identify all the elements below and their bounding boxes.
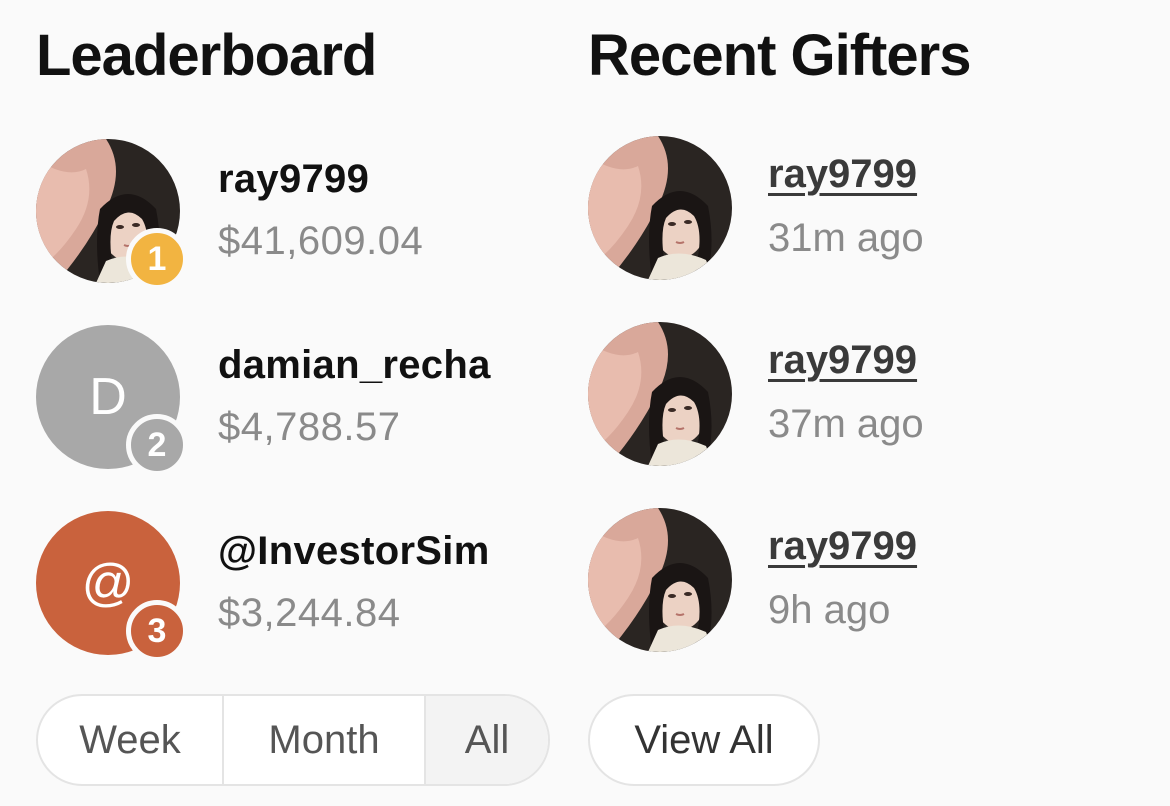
avatar[interactable] bbox=[588, 508, 732, 652]
leaderboard-title: Leaderboard bbox=[36, 23, 377, 88]
gift-timestamp: 31m ago bbox=[768, 216, 924, 260]
leaderboard-entry[interactable]: 1 ray9799 $41,609.04 bbox=[36, 139, 556, 290]
leaderboard-entry[interactable]: @ 3 @InvestorSim $3,244.84 bbox=[36, 511, 556, 662]
profile-photo-icon bbox=[588, 508, 732, 652]
gifter-username-link[interactable]: ray9799 bbox=[768, 338, 917, 383]
filter-month-button[interactable]: Month bbox=[224, 696, 426, 784]
gifter-username-link[interactable]: ray9799 bbox=[768, 152, 917, 197]
avatar[interactable] bbox=[588, 322, 732, 466]
leaderboard-amount: $41,609.04 bbox=[218, 219, 424, 263]
recent-gifters-title: Recent Gifters bbox=[588, 23, 971, 88]
view-all-button[interactable]: View All bbox=[588, 694, 820, 786]
profile-photo-icon bbox=[588, 322, 732, 466]
gift-timestamp: 37m ago bbox=[768, 402, 924, 446]
gifter-entry: ray9799 31m ago bbox=[588, 136, 1128, 286]
filter-week-button[interactable]: Week bbox=[38, 696, 224, 784]
profile-photo-icon bbox=[588, 136, 732, 280]
gifter-entry: ray9799 9h ago bbox=[588, 508, 1128, 658]
rank-badge-3: 3 bbox=[126, 600, 188, 662]
gift-timestamp: 9h ago bbox=[768, 588, 891, 632]
leaderboard-amount: $3,244.84 bbox=[218, 591, 401, 635]
leaderboard-username: @InvestorSim bbox=[218, 529, 490, 573]
gifter-username-link[interactable]: ray9799 bbox=[768, 524, 917, 569]
leaderboard-username: damian_recha bbox=[218, 343, 491, 387]
filter-all-button[interactable]: All bbox=[426, 696, 548, 784]
leaderboard-amount: $4,788.57 bbox=[218, 405, 401, 449]
period-filter: Week Month All bbox=[36, 694, 550, 786]
gifter-entry: ray9799 37m ago bbox=[588, 322, 1128, 472]
rank-badge-1: 1 bbox=[126, 228, 188, 290]
avatar[interactable] bbox=[588, 136, 732, 280]
leaderboard-entry[interactable]: D 2 damian_recha $4,788.57 bbox=[36, 325, 556, 476]
rank-badge-2: 2 bbox=[126, 414, 188, 476]
leaderboard-username: ray9799 bbox=[218, 157, 370, 201]
